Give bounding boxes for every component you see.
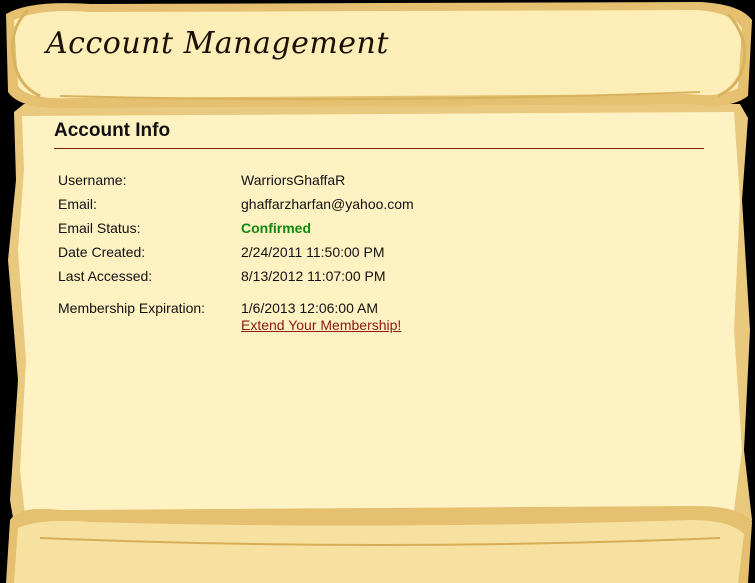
extend-membership-link[interactable]: Extend Your Membership! [241,317,401,333]
email-label: Email: [58,196,97,212]
last-accessed-value: 8/13/2012 11:07:00 PM [241,268,386,284]
section-divider [54,148,704,149]
membership-expiration-cell: 1/6/2013 12:06:00 AM Extend Your Members… [241,300,401,333]
row-membership-expiration: Membership Expiration: 1/6/2013 12:06:00… [58,298,558,338]
username-label: Username: [58,172,127,188]
row-email: Email: ghaffarzharfan@yahoo.com [58,194,558,218]
account-info-section: Account Info [54,120,704,149]
page-banner-title: Account Management [46,26,389,61]
username-value: WarriorsGhaffaR [241,172,346,188]
email-status-value: Confirmed [241,220,311,236]
row-email-status: Email Status: Confirmed [58,218,558,242]
row-last-accessed: Last Accessed: 8/13/2012 11:07:00 PM [58,266,558,290]
email-status-label: Email Status: [58,220,141,236]
section-title: Account Info [54,120,171,141]
email-value: ghaffarzharfan@yahoo.com [241,196,414,212]
date-created-label: Date Created: [58,244,146,260]
account-info-table: Username: WarriorsGhaffaR Email: ghaffar… [58,170,558,338]
row-date-created: Date Created: 2/24/2011 11:50:00 PM [58,242,558,266]
date-created-value: 2/24/2011 11:50:00 PM [241,244,385,260]
membership-expiration-value: 1/6/2013 12:06:00 AM [241,300,378,316]
row-username: Username: WarriorsGhaffaR [58,170,558,194]
last-accessed-label: Last Accessed: [58,268,153,284]
membership-expiration-label: Membership Expiration: [58,300,206,316]
